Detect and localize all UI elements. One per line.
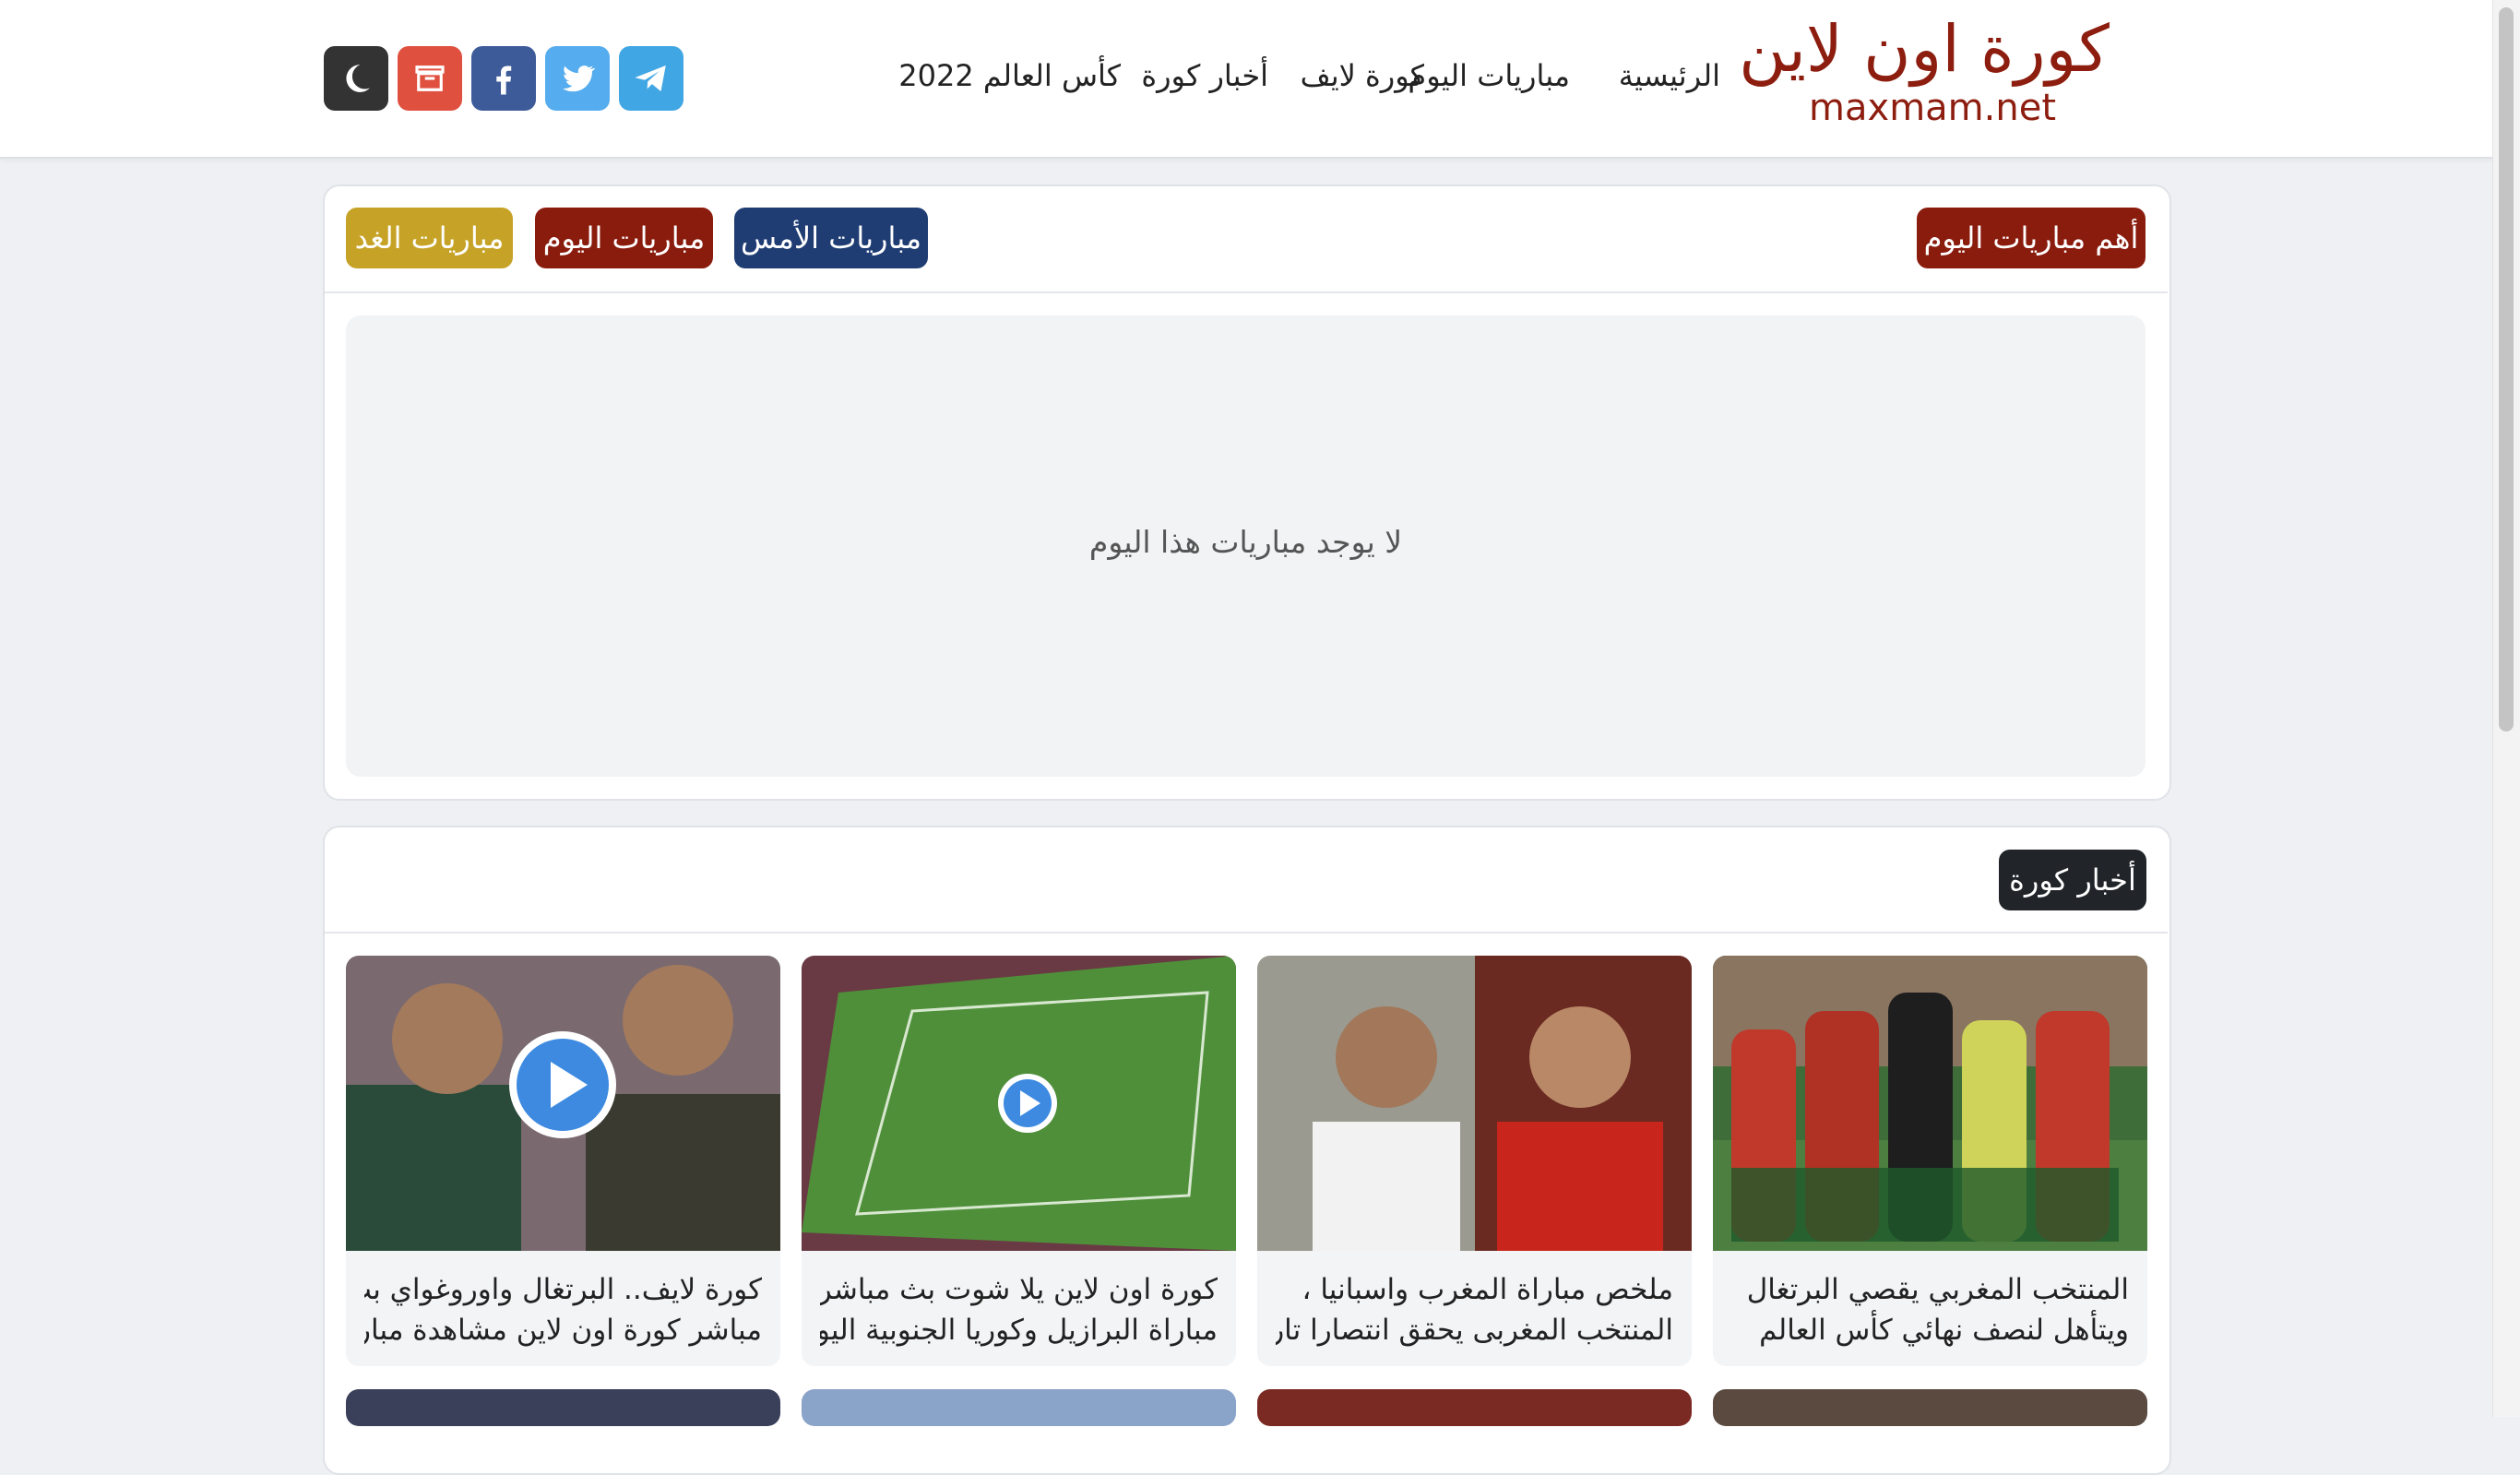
news-item-next-row[interactable]	[1257, 1389, 1692, 1426]
tab-yesterday-matches[interactable]: مباريات الأمس	[734, 208, 928, 268]
dark-mode-toggle[interactable]	[324, 46, 388, 111]
news-heading: أخبار كورة	[1999, 850, 2146, 910]
news-title-line2[interactable]: مباراة البرازيل وكوريا الجنوبية اليوم	[820, 1310, 1218, 1350]
facebook-button[interactable]	[471, 46, 536, 111]
tab-tomorrow-matches[interactable]: مباريات الغد	[346, 208, 513, 268]
news-title-line1[interactable]: كورة لايف.. البرتغال واوروغواي بث	[364, 1269, 762, 1310]
twitter-icon	[562, 65, 596, 92]
moon-icon	[346, 65, 370, 92]
news-item-next-row[interactable]	[1713, 1389, 2147, 1426]
matches-card-divider	[325, 291, 2168, 293]
site-logo-title[interactable]: كورة اون لاين	[1739, 7, 2110, 90]
facebook-icon	[496, 65, 512, 95]
news-title-line2[interactable]: مباشر كورة اون لاين مشاهدة مباراة	[364, 1310, 762, 1350]
store-icon	[415, 65, 445, 91]
store-button[interactable]	[398, 46, 462, 111]
news-title-line2[interactable]: ويتأهل لنصف نهائي كأس العالم	[1731, 1310, 2129, 1350]
telegram-icon	[635, 65, 666, 91]
matches-heading: أهم مباريات اليوم	[1917, 208, 2146, 268]
news-title-line1[interactable]: المنتخب المغربي يقصي البرتغال	[1731, 1269, 2129, 1310]
news-title-line2[interactable]: المنتخب المغربى يحقق انتصارا تاريخيا	[1276, 1310, 1673, 1350]
news-item-morocco-spain[interactable]: ملخص مباراة المغرب واسبانيا ، المنتخب ال…	[1257, 956, 1692, 1366]
no-matches-message: لا يوجد مباريات هذا اليوم	[1088, 524, 1403, 560]
site-logo-domain[interactable]: maxmam.net	[1809, 85, 2056, 131]
news-item-portugal-uruguay[interactable]: كورة لايف.. البرتغال واوروغواي بث مباشر …	[346, 956, 780, 1366]
nav-kora-news[interactable]: أخبار كورة	[1141, 53, 1268, 99]
news-item-morocco-portugal[interactable]: المنتخب المغربي يقصي البرتغال ويتأهل لنص…	[1713, 956, 2147, 1366]
news-item-next-row[interactable]	[346, 1389, 780, 1426]
news-card-divider	[325, 932, 2168, 934]
news-thumbnail[interactable]	[802, 956, 1236, 1251]
news-title-line1[interactable]: كورة اون لاين يلا شوت بث مباشر	[820, 1269, 1218, 1310]
news-thumbnail[interactable]	[346, 956, 780, 1251]
page-scrollbar-thumb[interactable]	[2499, 7, 2514, 732]
site-header: كورة اون لاين maxmam.net الرئيسية مباريا…	[0, 0, 2492, 159]
news-thumbnail[interactable]	[1257, 956, 1692, 1251]
nav-kora-live[interactable]: كورة لايف	[1301, 53, 1424, 99]
news-thumbnail[interactable]	[1713, 956, 2147, 1251]
news-item-brazil-korea[interactable]: كورة اون لاين يلا شوت بث مباشر مباراة ال…	[802, 956, 1236, 1366]
nav-today-matches[interactable]: مباريات اليوم	[1408, 53, 1570, 99]
tab-today-matches[interactable]: مباريات اليوم	[535, 208, 713, 268]
twitter-button[interactable]	[545, 46, 610, 111]
nav-home[interactable]: الرئيسية	[1619, 53, 1720, 99]
nav-world-cup-2022[interactable]: كأس العالم 2022	[898, 53, 1121, 99]
news-title-line1[interactable]: ملخص مباراة المغرب واسبانيا ،	[1276, 1269, 1673, 1310]
telegram-button[interactable]	[619, 46, 683, 111]
news-item-next-row[interactable]	[802, 1389, 1236, 1426]
